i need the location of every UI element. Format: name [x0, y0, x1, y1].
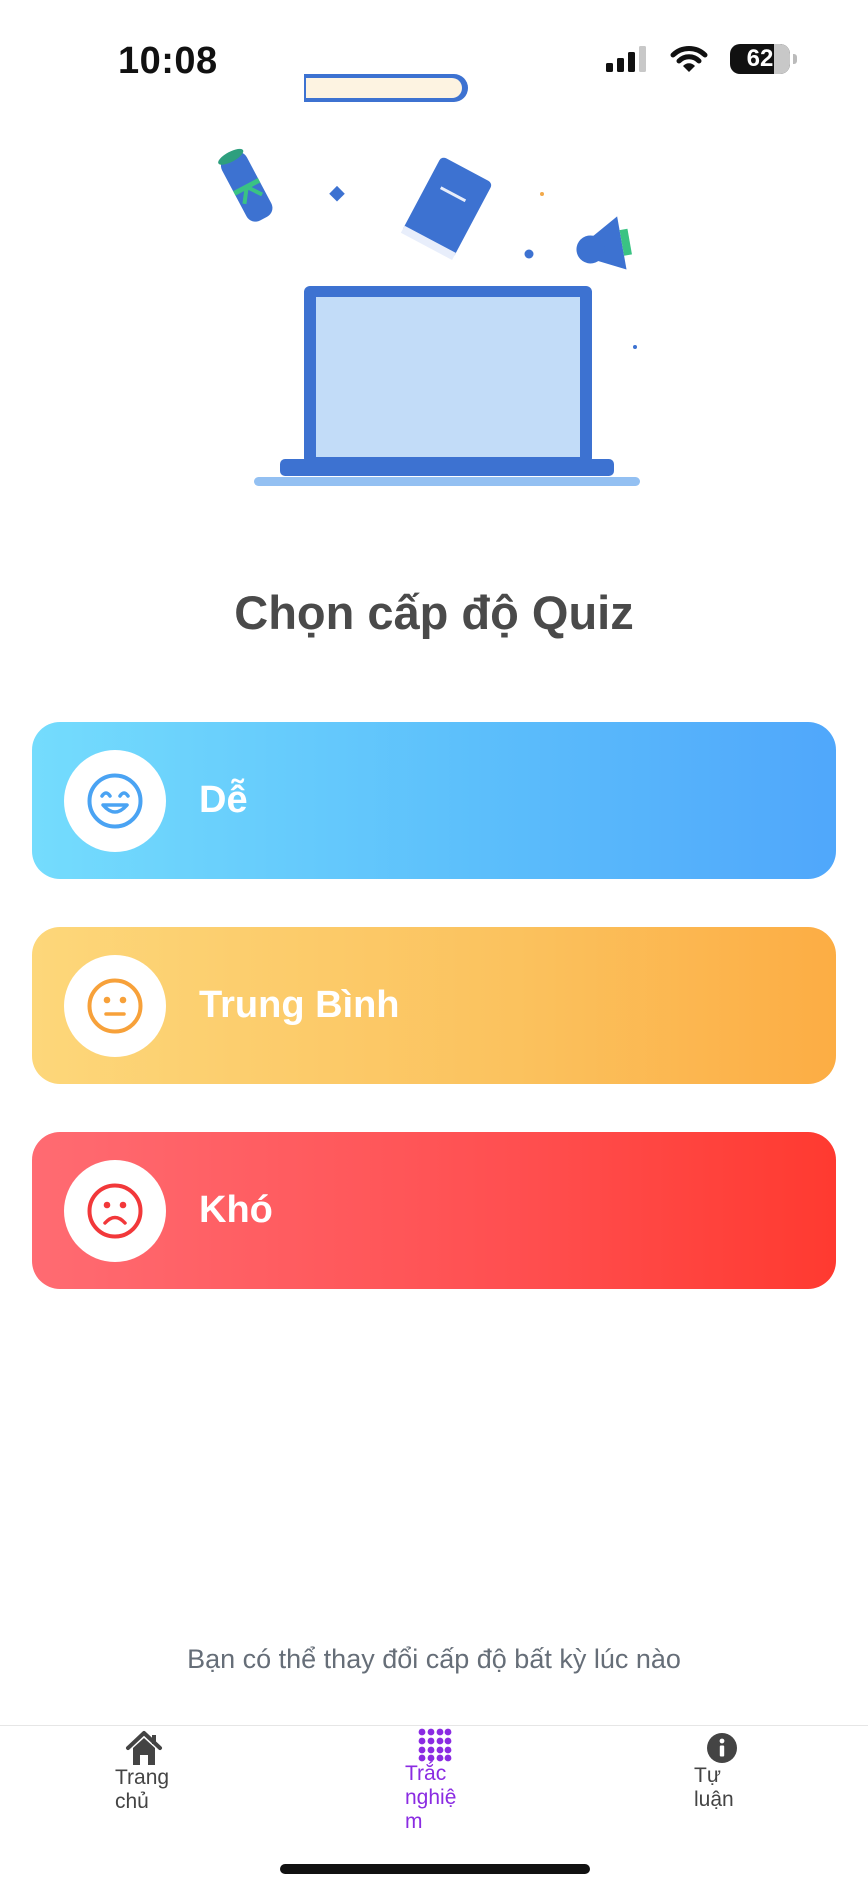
page-title: Chọn cấp độ Quiz [234, 586, 634, 639]
sad-face-icon [87, 1183, 143, 1238]
neutral-face-icon [87, 978, 143, 1033]
level-medium-button[interactable]: Trung Bình [32, 927, 836, 1084]
tab-essay-label-1: Tự [694, 1764, 721, 1787]
tab-home[interactable]: Trang chủ [115, 1726, 169, 1814]
quiz-illustration [218, 74, 640, 486]
medium-face-badge [64, 954, 166, 1057]
level-easy-label: Dễ [199, 779, 248, 821]
level-hard-button[interactable]: Khó [32, 1132, 836, 1289]
tab-home-label-1: Trang [115, 1766, 170, 1789]
grid-icon [418, 1728, 452, 1762]
home-icon [126, 1731, 162, 1765]
hint-text: Bạn có thể thay đổi cấp độ bất kỳ lúc nà… [187, 1644, 681, 1674]
tab-essay[interactable]: Tự luận [694, 1726, 738, 1812]
hard-face-badge [64, 1159, 166, 1262]
tab-quiz-label-1: Trắc [405, 1762, 447, 1785]
level-easy-button[interactable]: Dễ [32, 722, 836, 879]
easy-face-badge [64, 749, 166, 852]
tab-quiz[interactable]: Trắc nghiệ m [405, 1726, 456, 1834]
home-indicator [280, 1864, 590, 1874]
tab-quiz-label-3: m [405, 1810, 423, 1833]
level-medium-label: Trung Bình [199, 984, 400, 1026]
tab-essay-label-2: luận [694, 1788, 734, 1811]
level-hard-label: Khó [199, 1189, 273, 1231]
battery-level: 62 [746, 45, 774, 72]
tab-home-label-2: chủ [115, 1790, 149, 1813]
info-icon [707, 1733, 737, 1763]
smile-face-icon [87, 773, 143, 828]
tab-quiz-label-2: nghiệ [405, 1786, 457, 1809]
